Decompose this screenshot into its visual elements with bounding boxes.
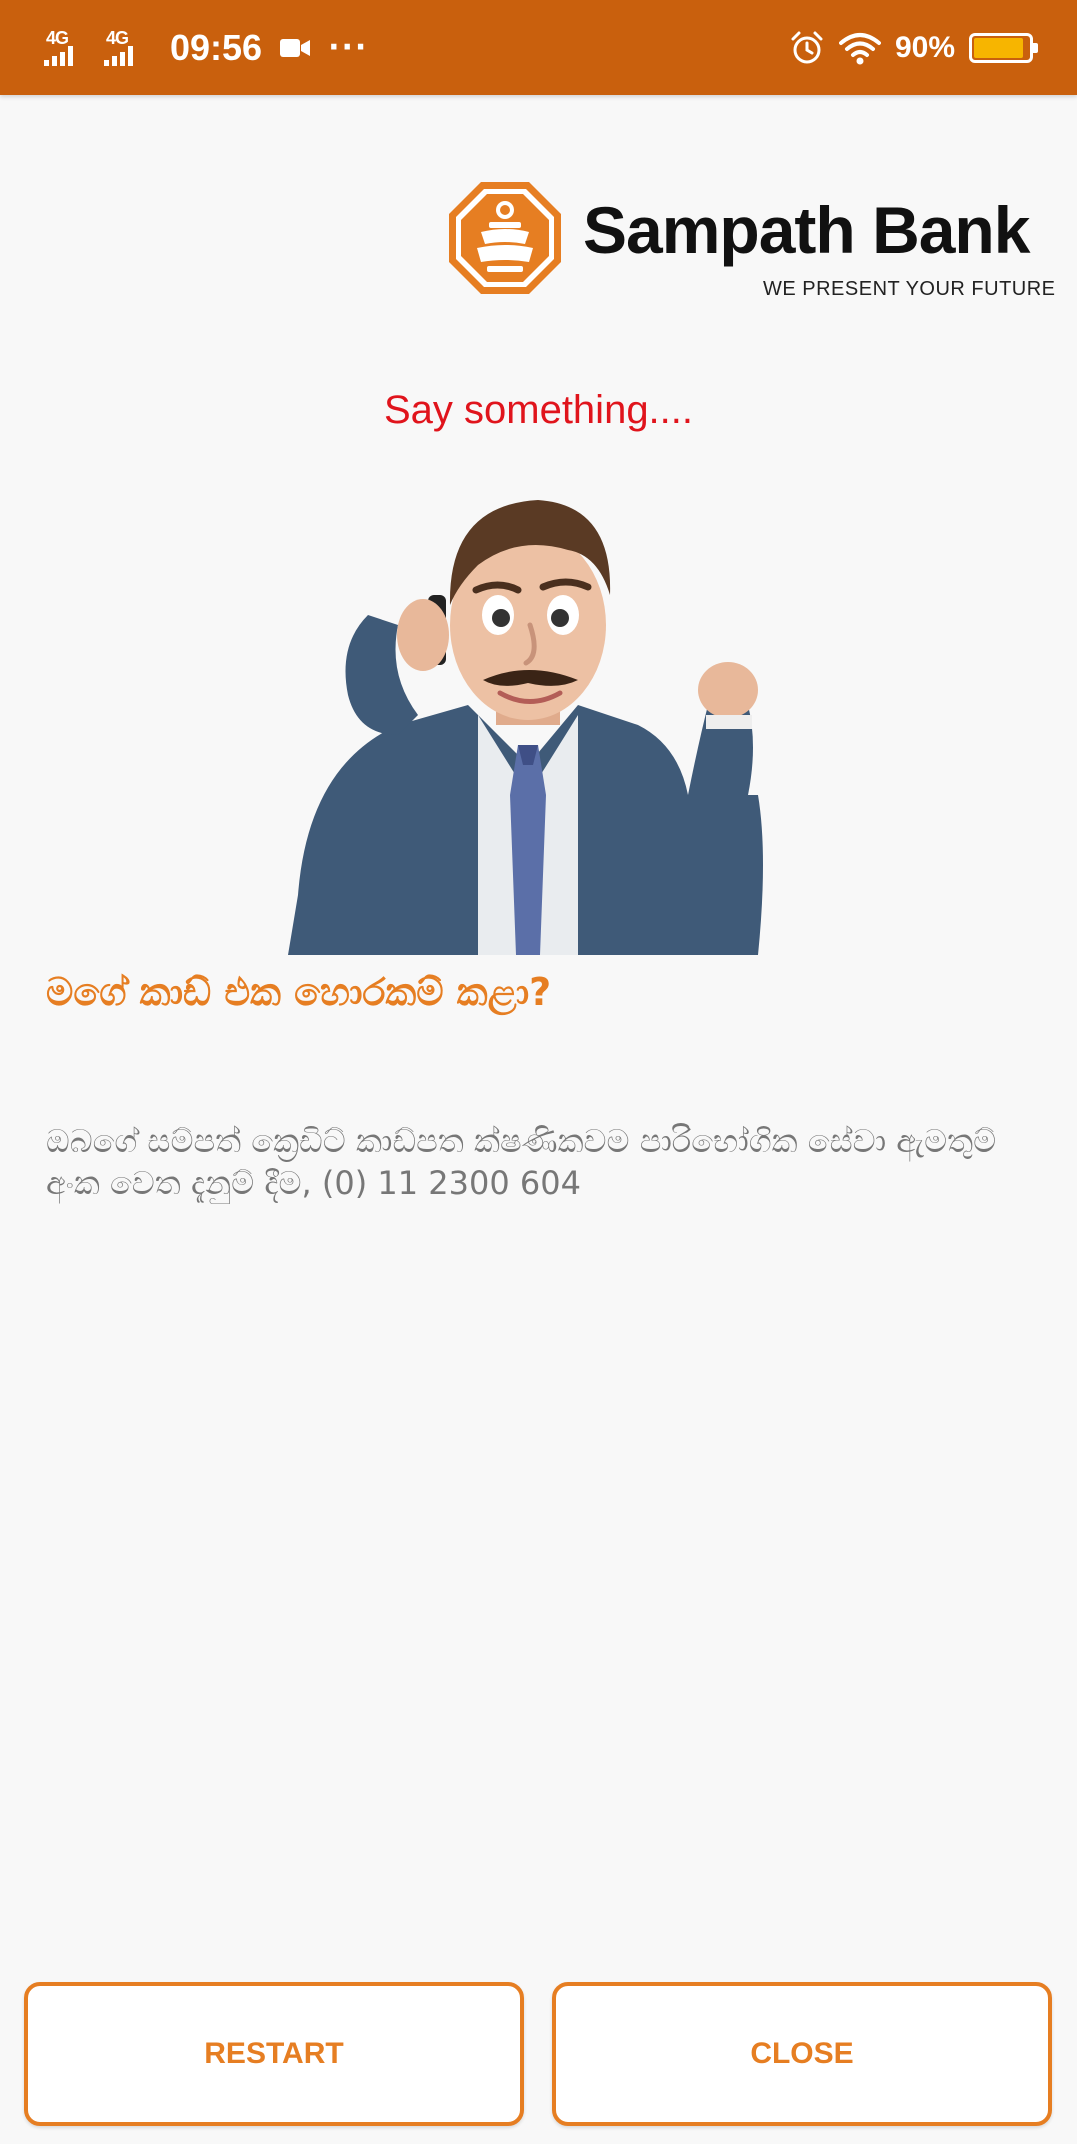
- alarm-icon: [791, 31, 823, 63]
- bank-tagline: WE PRESENT YOUR FUTURE: [763, 278, 1056, 300]
- signal-icon: 4G: [104, 26, 154, 70]
- bank-emblem-icon: [449, 182, 561, 294]
- faq-answer: ඔබගේ සම්පත් ක්‍රෙඩිට් කාඩ්පත ක්ෂණිකවම පා…: [46, 1122, 997, 1202]
- wifi-icon: [838, 32, 881, 64]
- voice-prompt: Say something....: [383, 388, 694, 432]
- more-notifications-icon: ···: [328, 30, 369, 65]
- restart-button[interactable]: RESTART: [24, 1982, 524, 2126]
- clock-time: 09:56: [170, 26, 263, 68]
- close-button[interactable]: CLOSE: [552, 1982, 1052, 2126]
- assistant-avatar: [288, 500, 763, 955]
- bank-name: Sampath Bank: [583, 193, 1030, 267]
- battery-icon: [969, 32, 1038, 63]
- status-bar-left: 4G 4G 09:56 ···: [44, 0, 368, 95]
- video-recording-icon: [280, 38, 311, 57]
- signal-icon: 4G: [44, 26, 94, 70]
- faq-question: මගේ කාඩ් එක හොරකම් කළා?: [46, 970, 552, 1014]
- status-bar: 4G 4G 09:56 ··· 90%: [0, 0, 1077, 95]
- battery-percent: 90%: [894, 30, 955, 64]
- status-bar-right: 90%: [789, 0, 1038, 95]
- sampath-bank-logo: Sampath Bank WE PRESENT YOUR FUTURE: [447, 180, 1057, 305]
